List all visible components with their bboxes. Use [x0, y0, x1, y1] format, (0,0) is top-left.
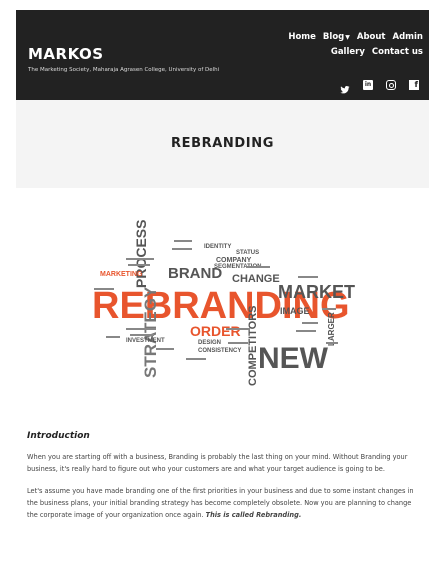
wordcloud-word: COMPETITORS — [247, 306, 259, 386]
instagram-icon[interactable] — [386, 80, 396, 90]
social-links: in f — [340, 80, 419, 94]
site-description: The Marketing Society, Maharaja Agrasen … — [28, 67, 220, 73]
article-content: Introduction When you are starting off w… — [27, 431, 419, 521]
wordcloud-word: STATUS — [236, 250, 259, 256]
site-header: MARKOS The Marketing Society, Maharaja A… — [16, 10, 429, 100]
wordcloud-word: INVESTMENT — [126, 338, 165, 344]
site-title[interactable]: MARKOS — [28, 45, 248, 63]
main-navigation: Home Blog▼ About Admin Gallery Contact us — [243, 30, 423, 60]
article-emphasis: This is called Rebranding. — [205, 511, 302, 519]
wordcloud-word: CHANGE — [232, 273, 280, 285]
twitter-icon[interactable] — [340, 80, 350, 94]
wordcloud-word: ORDER — [190, 323, 241, 339]
chevron-down-icon: ▼ — [345, 34, 350, 41]
wordcloud-word: CONSISTENCY — [198, 348, 241, 354]
wordcloud-word: IMAGE — [280, 306, 310, 316]
nav-blog-label: Blog — [322, 32, 345, 42]
linkedin-icon[interactable]: in — [363, 80, 373, 90]
wordcloud-word: MARKET — [278, 282, 355, 302]
facebook-icon[interactable]: f — [409, 80, 419, 90]
section-heading: Introduction — [27, 431, 90, 441]
wordcloud-word: STRATEGY — [141, 286, 160, 378]
article-paragraph: Let's assume you have made branding one … — [27, 485, 419, 521]
nav-about[interactable]: About — [357, 30, 386, 45]
nav-admin[interactable]: Admin — [393, 30, 424, 45]
wordcloud-word: LARGER — [327, 312, 336, 346]
article-paragraph: When you are starting off with a busines… — [27, 453, 408, 473]
wordcloud-word: MARKETING — [100, 271, 143, 278]
page-title-band: REBRANDING — [16, 100, 429, 188]
nav-blog[interactable]: Blog▼ — [323, 30, 350, 45]
branding: MARKOS The Marketing Society, Maharaja A… — [28, 45, 248, 74]
nav-contact[interactable]: Contact us — [372, 45, 423, 60]
page-title: REBRANDING — [171, 136, 274, 151]
wordcloud-word: NEW — [258, 342, 329, 375]
wordcloud-word: IDENTITY — [204, 244, 231, 250]
rebranding-wordcloud-image: REBRANDING MARKET NEW STRATEGY PROCESS B… — [86, 218, 356, 393]
wordcloud-word: COMPANY — [216, 257, 252, 264]
nav-home[interactable]: Home — [288, 30, 316, 45]
wordcloud-word: DESIGN — [198, 340, 221, 346]
nav-gallery[interactable]: Gallery — [331, 45, 365, 60]
